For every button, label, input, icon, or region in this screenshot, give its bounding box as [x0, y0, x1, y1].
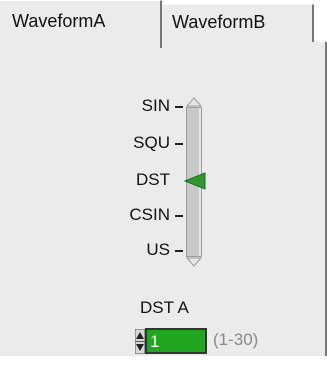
tab-waveform-a-label: WaveformA: [12, 11, 106, 31]
tab-waveform-a[interactable]: WaveformA: [0, 0, 162, 48]
slider-label-sin: SIN: [141, 96, 170, 115]
tab-strip-blank: [314, 4, 327, 42]
slider-label-squ: SQU: [133, 133, 170, 152]
slider-tick-squ: [175, 143, 183, 145]
slider-label-us: US: [146, 240, 170, 259]
slider-pointer-icon[interactable]: [184, 172, 206, 190]
tab-waveform-b[interactable]: WaveformB: [162, 4, 314, 42]
slider-tick-us: [175, 250, 183, 252]
slider-label-csin: CSIN: [129, 205, 170, 224]
increment-decrement-icon[interactable]: [135, 329, 145, 354]
slider-down-arrow-icon[interactable]: [186, 257, 202, 267]
slider-up-arrow-icon[interactable]: [186, 97, 202, 107]
slider-label-dst: DST: [136, 170, 170, 189]
bottom-blank: [0, 356, 327, 380]
tab-waveform-b-label: WaveformB: [172, 12, 266, 32]
slider-tick-csin: [175, 215, 183, 217]
waveform-panel: WaveformA WaveformB SIN SQU DST CSIN US …: [0, 0, 327, 380]
dst-a-input[interactable]: [145, 328, 207, 354]
field-label: DST A: [140, 298, 189, 317]
range-hint: (1-30): [213, 330, 259, 349]
slider-tick-sin: [175, 106, 183, 108]
